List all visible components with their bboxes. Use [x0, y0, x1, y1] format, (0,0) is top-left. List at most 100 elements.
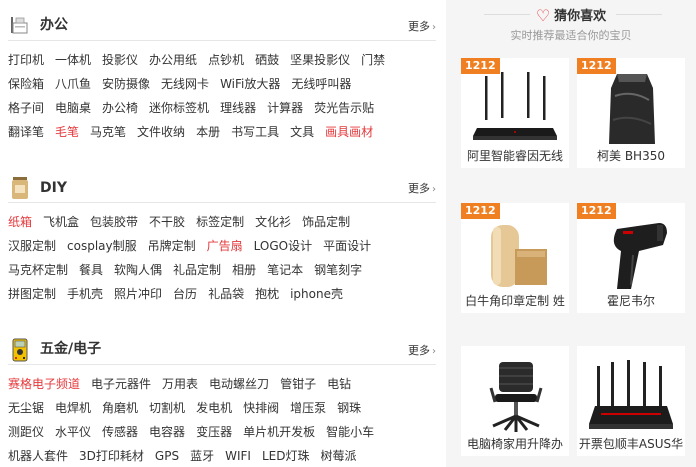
- category-link[interactable]: 照片冲印: [114, 282, 162, 305]
- category-link[interactable]: 相册: [232, 258, 256, 281]
- product-card[interactable]: 1212 白牛角印章定制 姓: [461, 203, 569, 313]
- category-link[interactable]: 饰品定制: [302, 210, 350, 233]
- category-link[interactable]: GPS: [155, 444, 179, 467]
- category-link[interactable]: 硒鼓: [255, 48, 279, 71]
- category-link[interactable]: 无线网卡: [161, 72, 209, 95]
- link-row: 翻译笔 毛笔 马克笔 文件收纳 本册 书写工具 文具 画具画材: [8, 119, 436, 143]
- category-link[interactable]: 手机壳: [67, 282, 103, 305]
- category-link[interactable]: 机器人套件: [8, 444, 68, 467]
- category-link[interactable]: 八爪鱼: [55, 72, 91, 95]
- guess-header: ♡ 猜你喜欢 实时推荐最适合你的宝贝: [446, 0, 696, 50]
- category-link[interactable]: 笔记本: [267, 258, 303, 281]
- category-link[interactable]: 荧光告示贴: [314, 96, 374, 119]
- category-link[interactable]: 钢珠: [337, 396, 361, 419]
- category-link[interactable]: 格子间: [8, 96, 44, 119]
- category-link[interactable]: 门禁: [361, 48, 385, 71]
- category-link[interactable]: 测距仪: [8, 420, 44, 443]
- category-link[interactable]: 安防摄像: [102, 72, 150, 95]
- category-link[interactable]: 电钻: [327, 372, 351, 395]
- category-link[interactable]: 马克笔: [90, 120, 126, 143]
- category-link[interactable]: 打印机: [8, 48, 44, 71]
- category-link[interactable]: 电焊机: [55, 396, 91, 419]
- category-link[interactable]: 文具: [290, 120, 314, 143]
- category-link[interactable]: 智能小车: [326, 420, 374, 443]
- category-link[interactable]: 礼品袋: [208, 282, 244, 305]
- category-link[interactable]: LOGO设计: [254, 234, 312, 257]
- category-link[interactable]: 广告扇: [207, 234, 243, 257]
- category-link[interactable]: 变压器: [196, 420, 232, 443]
- category-link[interactable]: 毛笔: [55, 120, 79, 143]
- more-link[interactable]: 更多 ›: [408, 180, 436, 196]
- category-link[interactable]: 文化衫: [255, 210, 291, 233]
- category-link[interactable]: 不干胶: [149, 210, 185, 233]
- category-link[interactable]: 电脑桌: [55, 96, 91, 119]
- product-card[interactable]: 1212 柯美 BH350: [577, 58, 685, 168]
- category-link[interactable]: 电子元器件: [91, 372, 151, 395]
- category-link[interactable]: 迷你标签机: [149, 96, 209, 119]
- category-link[interactable]: 抱枕: [255, 282, 279, 305]
- category-link[interactable]: 汉服定制: [8, 234, 56, 257]
- product-card[interactable]: 1212 阿里智能睿因无线: [461, 58, 569, 168]
- category-link[interactable]: 增压泵: [290, 396, 326, 419]
- category-link[interactable]: 软陶人偶: [114, 258, 162, 281]
- category-link[interactable]: 台历: [173, 282, 197, 305]
- category-link[interactable]: 万用表: [162, 372, 198, 395]
- category-link[interactable]: 办公椅: [102, 96, 138, 119]
- category-link[interactable]: 包装胶带: [90, 210, 138, 233]
- category-link[interactable]: 角磨机: [102, 396, 138, 419]
- category-link[interactable]: 投影仪: [102, 48, 138, 71]
- category-link[interactable]: 翻译笔: [8, 120, 44, 143]
- link-row: 赛格电子频道 电子元器件 万用表 电动螺丝刀 管钳子 电钻: [8, 371, 436, 395]
- category-link[interactable]: 3D打印耗材: [79, 444, 144, 467]
- category-link[interactable]: 树莓派: [320, 444, 356, 467]
- category-link[interactable]: 文件收纳: [137, 120, 185, 143]
- product-card[interactable]: 开票包顺丰ASUS华: [577, 346, 685, 456]
- category-link[interactable]: 本册: [196, 120, 220, 143]
- category-link[interactable]: cosplay制服: [67, 234, 137, 257]
- category-link[interactable]: 纸箱: [8, 210, 32, 233]
- more-link[interactable]: 更多 ›: [408, 18, 436, 34]
- category-link[interactable]: WiFi放大器: [220, 72, 280, 95]
- category-link[interactable]: 切割机: [149, 396, 185, 419]
- category-link[interactable]: 办公用纸: [149, 48, 197, 71]
- category-link[interactable]: 点钞机: [208, 48, 244, 71]
- category-link[interactable]: 礼品定制: [173, 258, 221, 281]
- category-link[interactable]: LED灯珠: [262, 444, 310, 467]
- product-card[interactable]: 1212 霍尼韦尔: [577, 203, 685, 313]
- link-row: 汉服定制 cosplay制服 吊牌定制 广告扇 LOGO设计 平面设计: [8, 233, 436, 257]
- category-link[interactable]: 管钳子: [280, 372, 316, 395]
- category-link[interactable]: 吊牌定制: [148, 234, 196, 257]
- category-link[interactable]: 保险箱: [8, 72, 44, 95]
- more-link[interactable]: 更多 ›: [408, 342, 436, 358]
- category-link[interactable]: 平面设计: [323, 234, 371, 257]
- category-link[interactable]: 理线器: [220, 96, 256, 119]
- category-link[interactable]: 坚果投影仪: [290, 48, 350, 71]
- category-link[interactable]: iphone壳: [290, 282, 343, 305]
- category-link[interactable]: WIFI: [225, 444, 251, 467]
- category-link[interactable]: 一体机: [55, 48, 91, 71]
- category-link[interactable]: 快排阀: [243, 396, 279, 419]
- category-link[interactable]: 马克杯定制: [8, 258, 68, 281]
- category-link[interactable]: 钢笔刻字: [314, 258, 362, 281]
- category-link[interactable]: 电动螺丝刀: [209, 372, 269, 395]
- category-link[interactable]: 标签定制: [196, 210, 244, 233]
- category-link[interactable]: 发电机: [196, 396, 232, 419]
- category-link[interactable]: 无尘锯: [8, 396, 44, 419]
- category-link[interactable]: 水平仪: [55, 420, 91, 443]
- category-link[interactable]: 画具画材: [325, 120, 373, 143]
- product-name: 电脑椅家用升降办: [466, 437, 563, 451]
- category-link[interactable]: 传感器: [102, 420, 138, 443]
- category-link[interactable]: 电容器: [149, 420, 185, 443]
- category-link[interactable]: 赛格电子频道: [8, 372, 80, 395]
- category-link[interactable]: 无线呼叫器: [291, 72, 351, 95]
- category-link[interactable]: 拼图定制: [8, 282, 56, 305]
- category-link[interactable]: 单片机开发板: [243, 420, 315, 443]
- section-title: 办公: [40, 17, 68, 33]
- product-card[interactable]: 电脑椅家用升降办: [461, 346, 569, 456]
- section-title: DIY: [40, 180, 67, 196]
- category-link[interactable]: 餐具: [79, 258, 103, 281]
- category-link[interactable]: 计算器: [267, 96, 303, 119]
- category-link[interactable]: 书写工具: [231, 120, 279, 143]
- category-link[interactable]: 蓝牙: [190, 444, 214, 467]
- category-link[interactable]: 飞机盒: [43, 210, 79, 233]
